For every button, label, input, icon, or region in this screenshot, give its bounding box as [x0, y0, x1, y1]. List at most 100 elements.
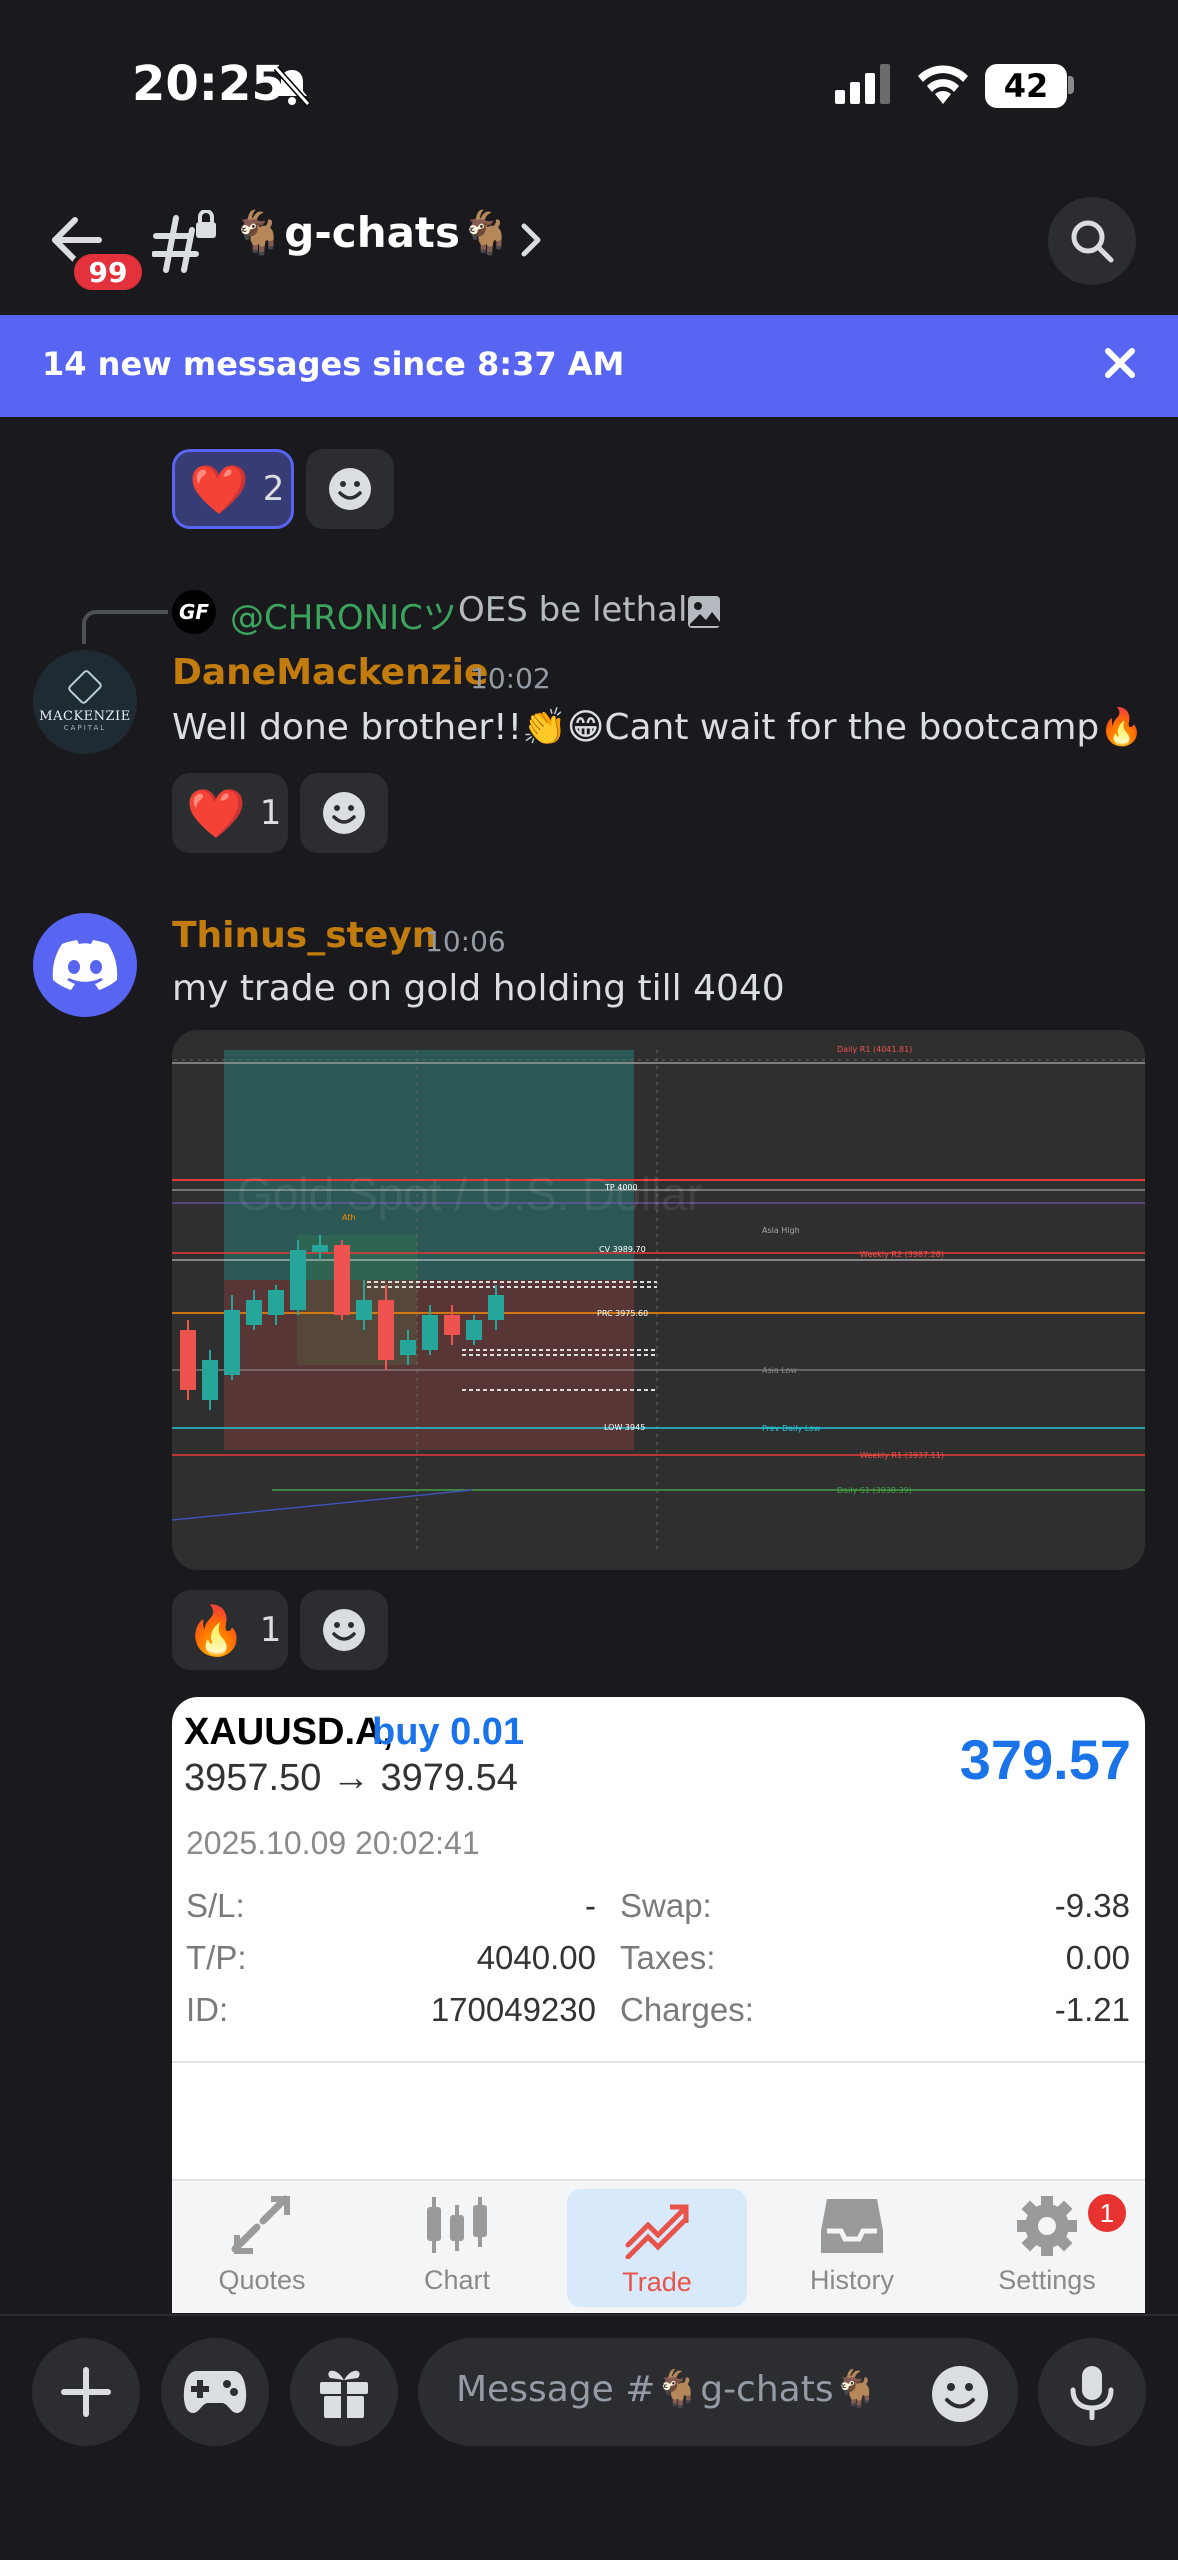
- candle-body: [400, 1340, 416, 1355]
- swap-label: Swap:: [620, 1887, 712, 1924]
- nav-quotes: Quotes: [172, 2181, 352, 2313]
- trading-chart-image: Gold Spot / U.S. Dollar Daily R1 (4041.8…: [172, 1045, 1145, 1550]
- quotes-icon: [231, 2195, 290, 2254]
- nav-label: Trade: [622, 2267, 692, 2297]
- trade-screenshot-attachment[interactable]: XAUUSD.A, buy 0.01 3957.50 → 3979.54 379…: [172, 1697, 1145, 2313]
- level-label: Asia High: [762, 1226, 800, 1235]
- image-icon: [688, 596, 720, 628]
- gamepad-icon: [183, 2371, 247, 2413]
- level-label: Ath: [342, 1213, 356, 1222]
- avatar-brand-sub: CAPITAL: [63, 723, 107, 732]
- nav-label: Settings: [998, 2265, 1096, 2295]
- status-bar: 20:25 42: [0, 0, 1178, 175]
- level-label: Daily R1 (4041.81): [837, 1045, 912, 1054]
- nav-history: History: [762, 2181, 942, 2313]
- battery-tip: [1068, 76, 1074, 94]
- reply-mention[interactable]: @CHRONICツ: [230, 590, 457, 639]
- reaction-count: 1: [259, 793, 282, 833]
- nav-trade: Trade: [567, 2189, 747, 2307]
- trading-app-bottom-nav: Quotes Chart Trade History Settings 1: [172, 2179, 1145, 2313]
- search-icon: [1071, 220, 1114, 263]
- candle-body: [224, 1310, 240, 1375]
- id-value: 170049230: [430, 1991, 596, 2028]
- swap-value: -9.38: [1054, 1887, 1130, 1924]
- reply-connector: [82, 610, 168, 644]
- candle-body: [312, 1245, 328, 1252]
- chevron-right-icon[interactable]: [520, 222, 544, 258]
- mackenzie-logo: [66, 668, 104, 705]
- level-label: LOW 3945: [604, 1423, 645, 1432]
- trend-line: [172, 1489, 473, 1521]
- reaction-heart[interactable]: ❤️ 1: [172, 773, 288, 853]
- close-icon[interactable]: [1102, 345, 1138, 381]
- reaction-fire[interactable]: 🔥 1: [172, 1590, 288, 1670]
- add-attachment-button[interactable]: [32, 2338, 140, 2446]
- reaction-count: 1: [259, 1610, 282, 1650]
- level-label: Weekly R1 (3937.11): [860, 1451, 944, 1460]
- message-timestamp: 10:02: [470, 662, 551, 695]
- smiley-icon: [323, 1609, 365, 1651]
- message-text: my trade on gold holding till 4040: [172, 968, 785, 1009]
- trade-prices: 3957.50 → 3979.54: [184, 1757, 518, 1799]
- discord-logo-icon: [52, 940, 118, 990]
- heart-emoji: ❤️: [189, 461, 249, 518]
- chart-watermark: Gold Spot / U.S. Dollar: [237, 1168, 702, 1220]
- status-time: 20:25: [132, 56, 285, 112]
- reaction-count: 2: [262, 469, 285, 509]
- reply-preview-text[interactable]: OES be lethal: [458, 590, 687, 630]
- level-label: Prev Daily Low: [762, 1424, 821, 1433]
- heart-emoji: ❤️: [186, 785, 246, 842]
- nav-settings: Settings 1: [957, 2181, 1137, 2313]
- chart-icon: [427, 2197, 487, 2253]
- candle-body: [268, 1290, 284, 1315]
- add-reaction-button[interactable]: [300, 1590, 388, 1670]
- settings-badge: 1: [1085, 2191, 1129, 2235]
- taxes-label: Taxes:: [620, 1939, 716, 1976]
- level-label: PRC 3975.60: [597, 1309, 648, 1318]
- nav-label: Quotes: [218, 2265, 306, 2295]
- add-reaction-button[interactable]: [300, 773, 388, 853]
- nav-label: Chart: [423, 2265, 491, 2295]
- battery-indicator: 42: [985, 64, 1067, 108]
- tp-value: 4040.00: [476, 1939, 596, 1976]
- candle-body: [356, 1300, 372, 1320]
- locked-hash-icon: [152, 210, 216, 273]
- level-label: Daily S1 (3938.39): [837, 1486, 912, 1495]
- reply-avatar[interactable]: GF: [172, 590, 216, 634]
- chart-image-attachment[interactable]: Gold Spot / U.S. Dollar Daily R1 (4041.8…: [172, 1030, 1145, 1570]
- gift-button[interactable]: [290, 2338, 398, 2446]
- settings-icon: [1017, 2196, 1077, 2256]
- microphone-icon: [1070, 2366, 1114, 2420]
- candle-body: [180, 1330, 196, 1390]
- avatar[interactable]: MACKENZIE CAPITAL: [33, 650, 137, 754]
- channel-title[interactable]: 🐐g-chats🐐: [232, 208, 512, 258]
- unread-badge: 99: [70, 250, 146, 294]
- candle-body: [246, 1300, 262, 1325]
- emoji-picker-icon[interactable]: [930, 2364, 990, 2424]
- smiley-icon: [329, 468, 371, 510]
- history-icon: [821, 2199, 883, 2253]
- message-timestamp: 10:06: [425, 925, 506, 958]
- add-reaction-button[interactable]: [306, 449, 394, 529]
- id-label: ID:: [186, 1991, 229, 2028]
- candle-body: [466, 1320, 482, 1340]
- trade-side: buy 0.01: [372, 1711, 525, 1753]
- apps-button[interactable]: [161, 2338, 269, 2446]
- tp-label: T/P:: [186, 1939, 247, 1976]
- voice-message-button[interactable]: [1038, 2338, 1146, 2446]
- username[interactable]: Thinus_steyn: [172, 915, 437, 956]
- username[interactable]: DaneMackenzie: [172, 652, 488, 693]
- fire-emoji: 🔥: [186, 1602, 246, 1659]
- level-label: TP 4000: [604, 1183, 638, 1192]
- candle-body: [488, 1295, 504, 1320]
- new-messages-banner[interactable]: 14 new messages since 8:37 AM: [0, 315, 1178, 417]
- avatar[interactable]: [33, 913, 137, 1017]
- level-label: Asia Low: [762, 1366, 798, 1375]
- sl-label: S/L:: [186, 1887, 245, 1924]
- message-input[interactable]: Message #🐐g-chats🐐: [418, 2338, 1018, 2446]
- profit-zone: [224, 1050, 634, 1280]
- gift-icon: [320, 2370, 368, 2418]
- search-button[interactable]: [1048, 197, 1136, 285]
- reaction-heart[interactable]: ❤️ 2: [172, 449, 294, 529]
- banner-text: 14 new messages since 8:37 AM: [42, 345, 625, 383]
